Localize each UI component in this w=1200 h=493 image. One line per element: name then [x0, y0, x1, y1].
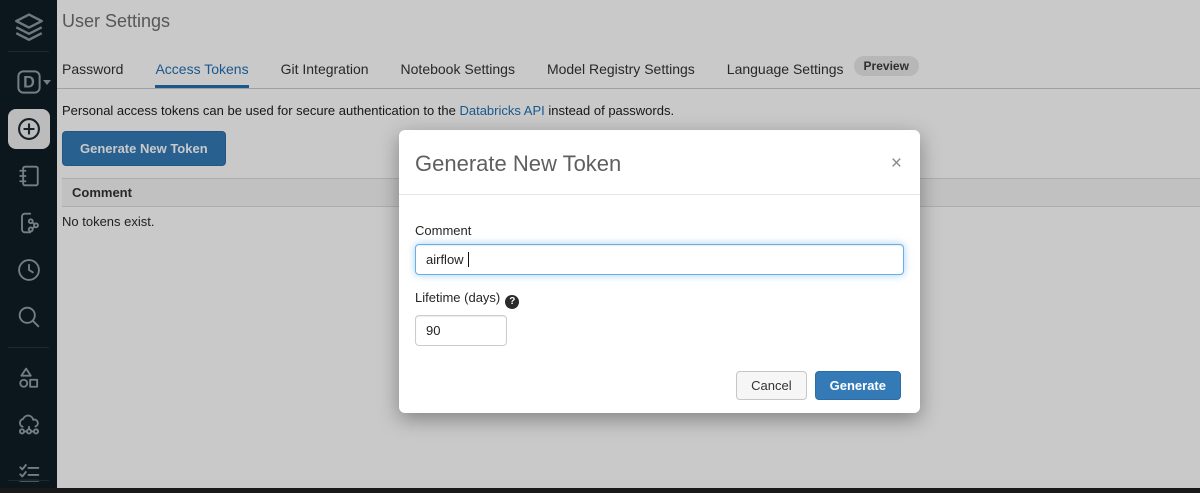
lifetime-input[interactable]	[415, 315, 507, 346]
lifetime-label-text: Lifetime (days)	[415, 290, 500, 305]
modal-title: Generate New Token	[415, 151, 900, 177]
help-icon[interactable]: ?	[505, 295, 519, 309]
lifetime-label: Lifetime (days)?	[415, 290, 904, 309]
cancel-button[interactable]: Cancel	[736, 371, 806, 400]
lifetime-group: Lifetime (days)?	[415, 290, 904, 346]
comment-input[interactable]	[415, 244, 904, 275]
modal-footer: Cancel Generate	[736, 371, 901, 400]
modal-body: Comment Lifetime (days)?	[399, 195, 920, 346]
comment-input-wrap	[415, 244, 904, 275]
modal-header: Generate New Token ×	[399, 130, 920, 195]
close-icon[interactable]: ×	[891, 154, 902, 173]
comment-label: Comment	[415, 223, 904, 238]
generate-token-modal: Generate New Token × Comment Lifetime (d…	[399, 130, 920, 413]
user-settings-page: D	[0, 0, 1200, 493]
generate-button[interactable]: Generate	[815, 371, 901, 400]
text-cursor	[468, 252, 469, 267]
